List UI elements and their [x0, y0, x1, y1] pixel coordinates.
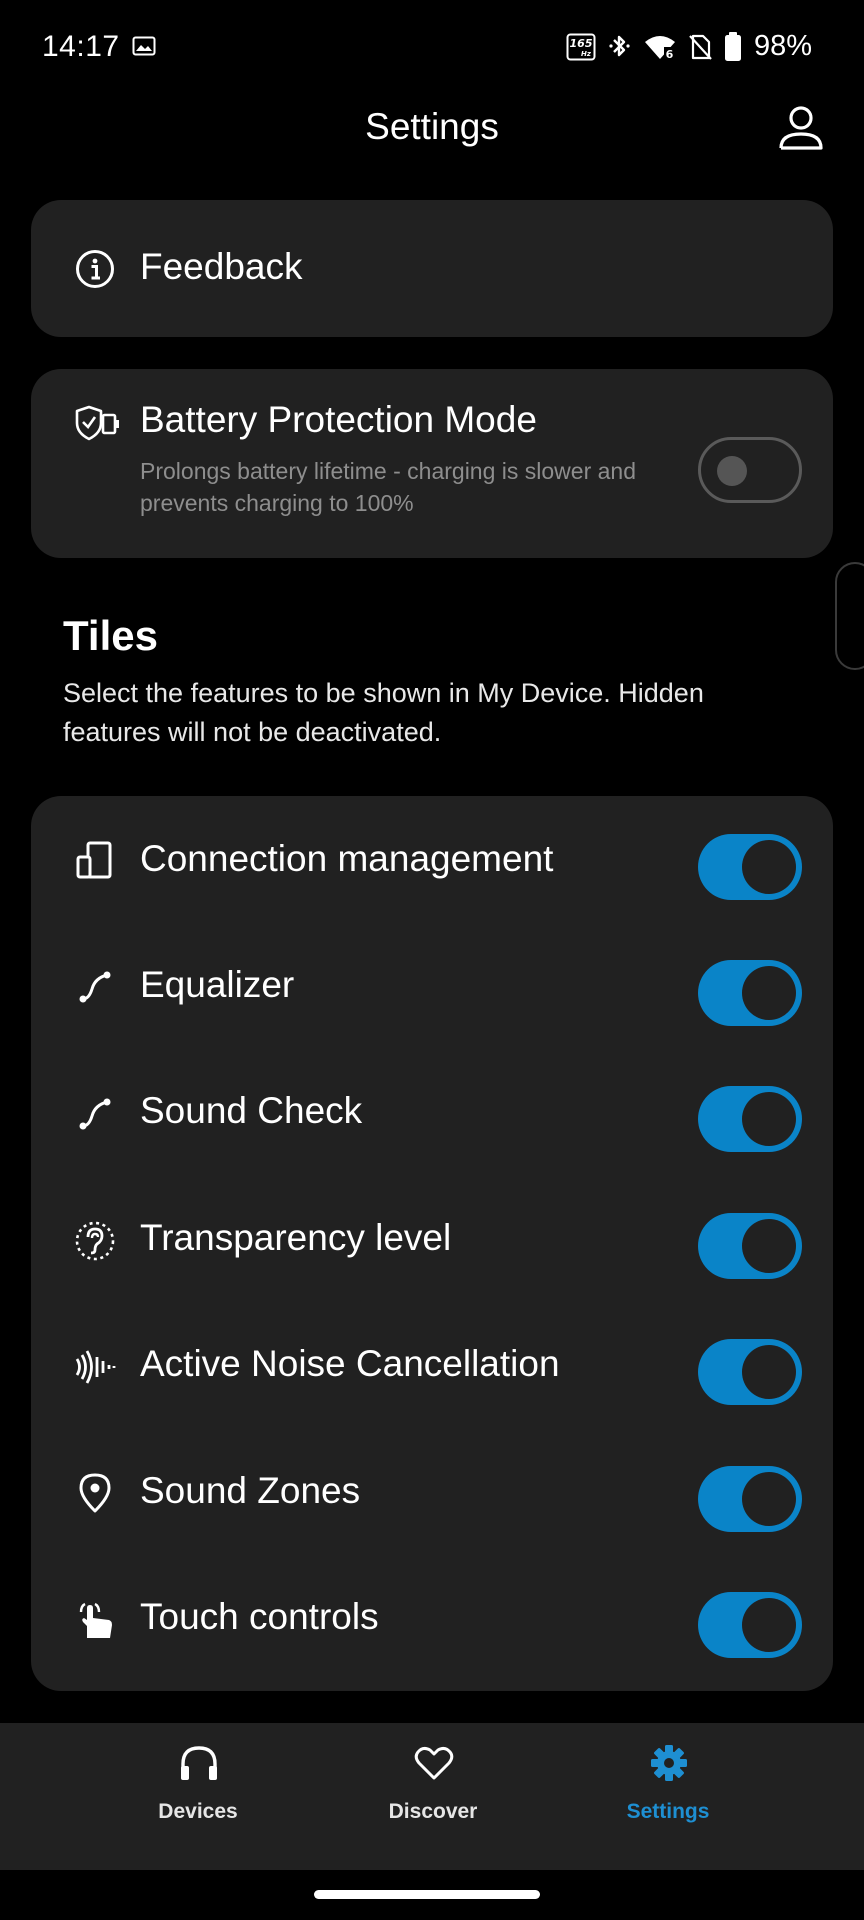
tile-label-active-noise-cancellation: Active Noise Cancellation: [140, 1343, 560, 1384]
tiles-list: Connection management Equalizer Sound Ch…: [31, 796, 833, 1691]
tile-label-connection-management: Connection management: [140, 838, 554, 879]
tile-label-equalizer: Equalizer: [140, 964, 295, 1005]
status-bar: 14:17 165 Hz 6 98%: [0, 0, 864, 96]
toggle-knob: [742, 840, 796, 894]
battery-protection-label: Battery Protection Mode: [140, 399, 537, 440]
refresh-rate-value: 165: [569, 37, 592, 50]
nav-devices[interactable]: Devices: [80, 1723, 316, 1870]
toggle-knob: [717, 456, 747, 486]
bluetooth-icon: [609, 35, 630, 56]
tile-toggle-connection-management[interactable]: [698, 834, 802, 900]
tile-toggle-transparency-level[interactable]: [698, 1213, 802, 1279]
gear-icon: [651, 1745, 687, 1781]
tile-toggle-sound-check[interactable]: [698, 1086, 802, 1152]
feedback-row[interactable]: Feedback: [31, 200, 833, 337]
gesture-navigation-area: [0, 1870, 864, 1920]
headphones-icon: [181, 1746, 217, 1780]
status-icons: 165 Hz 6 98%: [566, 30, 812, 63]
gallery-notification-icon: [132, 36, 156, 56]
toggle-knob: [742, 1472, 796, 1526]
tile-toggle-sound-zones[interactable]: [698, 1466, 802, 1532]
tiles-section-description: Select the features to be shown in My De…: [63, 678, 704, 747]
status-time: 14:17: [42, 30, 120, 63]
location-pin-icon: [79, 1473, 111, 1513]
info-icon: [76, 250, 114, 288]
nav-label-discover: Discover: [388, 1800, 478, 1823]
tile-label-transparency-level: Transparency level: [140, 1217, 452, 1258]
tile-toggle-active-noise-cancellation[interactable]: [698, 1339, 802, 1405]
tiles-section-title: Tiles: [63, 612, 158, 659]
battery-percent: 98%: [753, 30, 812, 62]
battery-protection-row: Battery Protection Mode Prolongs battery…: [31, 369, 833, 558]
touch-hand-icon: [79, 1602, 112, 1638]
devices-icon: [76, 841, 112, 879]
tile-toggle-equalizer[interactable]: [698, 960, 802, 1026]
nav-label-settings: Settings: [626, 1800, 710, 1823]
toggle-knob: [742, 966, 796, 1020]
tile-label-sound-check: Sound Check: [140, 1090, 363, 1131]
curve-icon: [79, 1098, 111, 1130]
battery-protection-toggle[interactable]: [698, 437, 802, 503]
feedback-label: Feedback: [140, 246, 303, 287]
toggle-knob: [742, 1345, 796, 1399]
noise-wave-icon: [75, 1350, 116, 1384]
page-title: Settings: [365, 106, 499, 147]
refresh-rate-unit: Hz: [581, 50, 592, 58]
heart-icon: [414, 1746, 454, 1780]
tile-label-sound-zones: Sound Zones: [140, 1470, 361, 1511]
nav-settings[interactable]: Settings: [550, 1723, 786, 1870]
profile-button[interactable]: [776, 104, 826, 154]
nav-discover[interactable]: Discover: [315, 1723, 551, 1870]
battery-shield-icon: [75, 405, 119, 441]
tile-toggle-touch-controls[interactable]: [698, 1592, 802, 1658]
nav-label-devices: Devices: [158, 1800, 238, 1823]
wifi-icon: 6: [644, 35, 675, 61]
toggle-knob: [742, 1598, 796, 1652]
toggle-knob: [742, 1092, 796, 1146]
ear-icon: [75, 1221, 115, 1261]
tile-label-touch-controls: Touch controls: [140, 1596, 379, 1637]
toggle-knob: [742, 1219, 796, 1273]
svg-text:6: 6: [666, 48, 674, 61]
curve-icon: [79, 971, 111, 1003]
refresh-rate-icon: 165 Hz: [566, 33, 596, 60]
no-sim-icon: [689, 34, 712, 60]
edge-panel-handle[interactable]: [835, 562, 864, 670]
profile-icon: [779, 106, 823, 150]
home-gesture-bar[interactable]: [314, 1890, 540, 1899]
bottom-navigation: Devices Discover Settings: [0, 1723, 864, 1870]
battery-icon: [724, 31, 741, 61]
battery-protection-description: Prolongs battery lifetime - charging is …: [140, 458, 637, 516]
